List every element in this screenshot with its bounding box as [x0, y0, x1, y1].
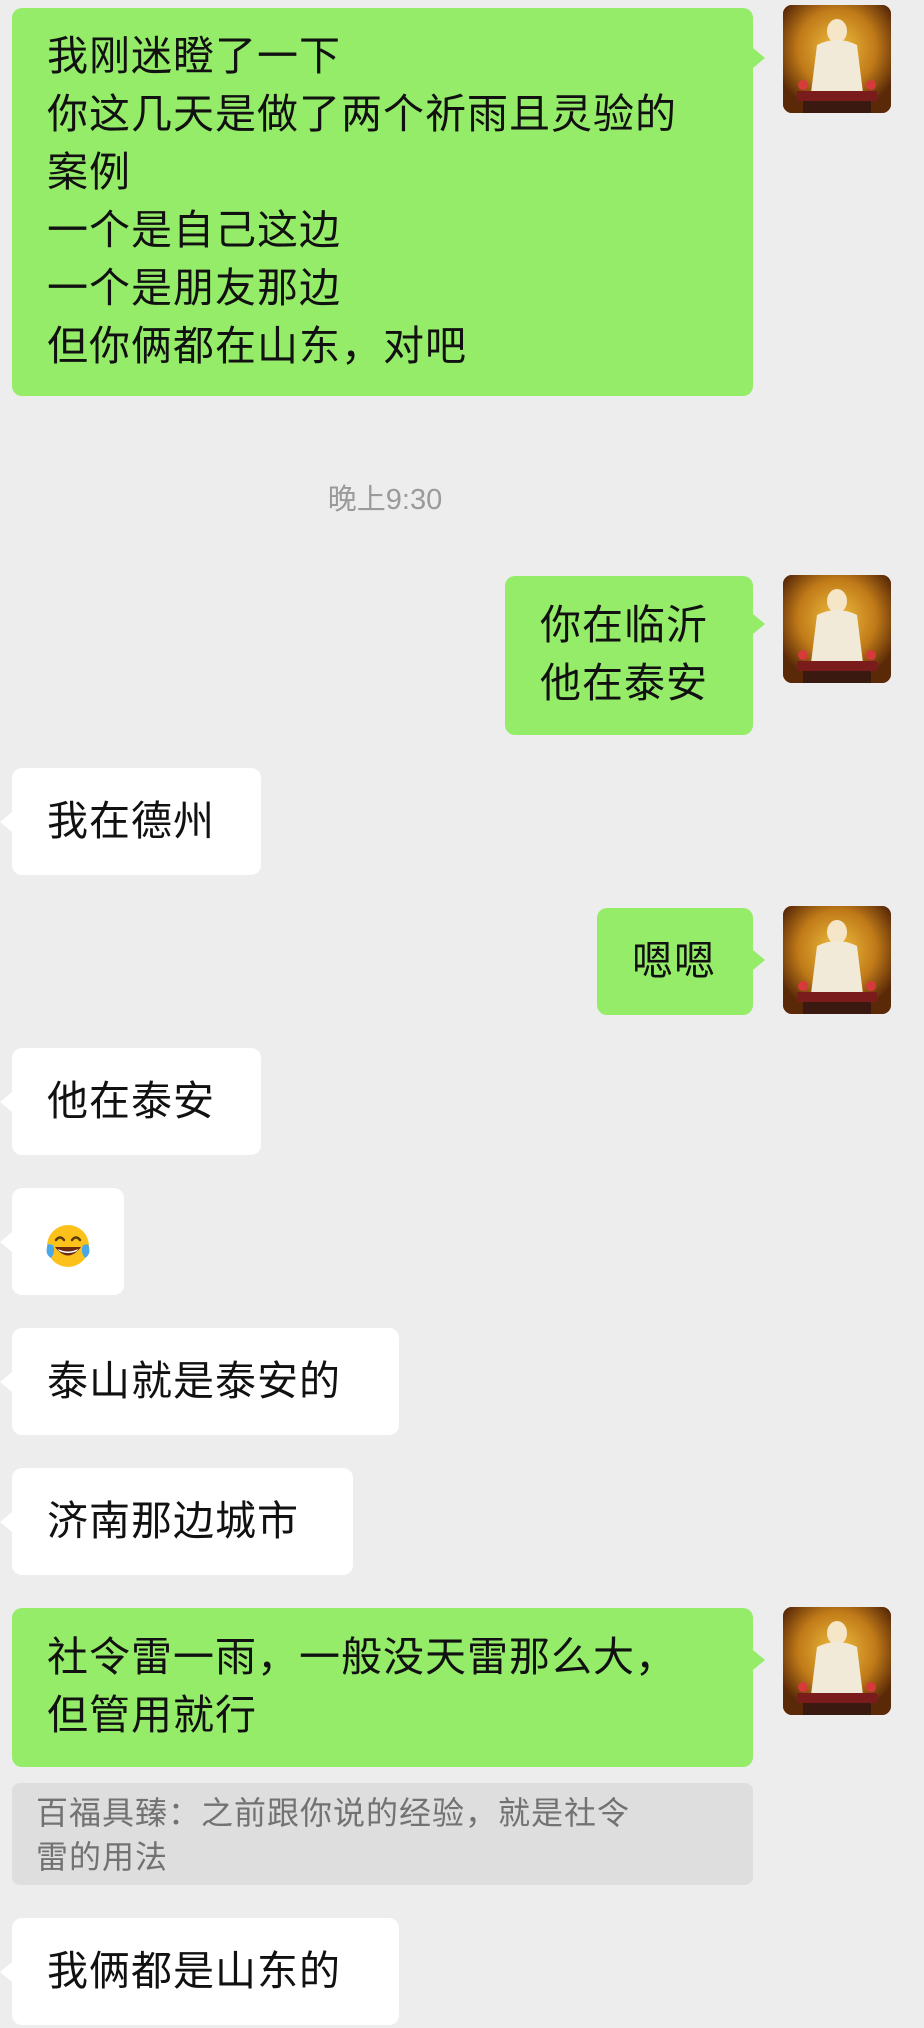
bubble-tail: [753, 614, 765, 634]
bubble-tail: [753, 950, 765, 970]
message-bubble[interactable]: 我俩都是山东的: [12, 1918, 399, 2025]
message-bubble[interactable]: 社令雷一雨，一般没天雷那么大， 但管用就行: [12, 1608, 753, 1767]
timestamp: 晚上9:30: [327, 484, 443, 516]
user-avatar[interactable]: [783, 5, 891, 113]
message-bubble[interactable]: 嗯嗯: [597, 908, 753, 1015]
bubble-tail: [753, 1650, 765, 1670]
deity-statue-avatar-icon: [783, 575, 891, 683]
message-bubble[interactable]: 泰山就是泰安的: [12, 1328, 399, 1435]
message-bubble[interactable]: 我在德州: [12, 768, 261, 875]
message-bubble[interactable]: 济南那边城市: [12, 1468, 353, 1575]
message-bubble[interactable]: 我刚迷瞪了一下 你这几天是做了两个祈雨且灵验的 案例 一个是自己这边 一个是朋友…: [12, 8, 753, 396]
bubble-tail: [0, 1962, 12, 1982]
bubble-tail: [0, 1512, 12, 1532]
tears-of-joy-emoji-icon: [46, 1225, 90, 1267]
message-bubble[interactable]: 你在临沂 他在泰安: [505, 576, 753, 735]
bubble-tail: [0, 1092, 12, 1112]
deity-statue-avatar-icon: [783, 5, 891, 113]
bubble-tail: [753, 48, 765, 68]
deity-statue-avatar-icon: [783, 906, 891, 1014]
bubble-tail: [0, 812, 12, 832]
bubble-tail: [0, 1232, 12, 1252]
bubble-tail: [0, 1372, 12, 1392]
message-bubble[interactable]: 他在泰安: [12, 1048, 261, 1155]
user-avatar[interactable]: [783, 906, 891, 1014]
user-avatar[interactable]: [783, 575, 891, 683]
quoted-message[interactable]: 百福具臻：之前跟你说的经验，就是社令 雷的用法: [12, 1783, 753, 1885]
user-avatar[interactable]: [783, 1607, 891, 1715]
deity-statue-avatar-icon: [783, 1607, 891, 1715]
